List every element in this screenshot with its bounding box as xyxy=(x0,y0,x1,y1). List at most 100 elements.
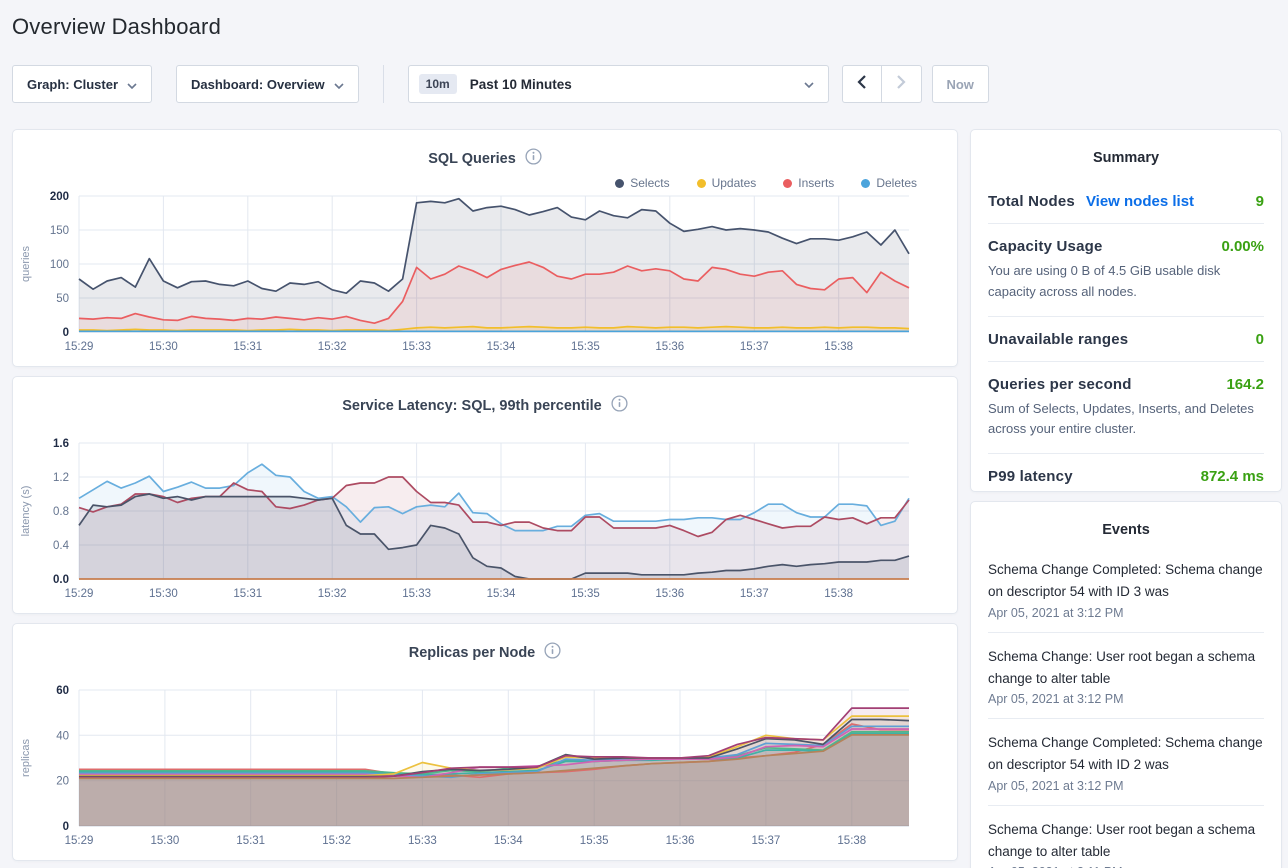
time-back-button[interactable] xyxy=(842,65,882,103)
svg-text:15:29: 15:29 xyxy=(65,588,94,600)
legend-dot-icon xyxy=(615,179,624,188)
time-nav-group xyxy=(842,65,922,103)
svg-text:15:31: 15:31 xyxy=(233,588,262,600)
svg-text:50: 50 xyxy=(56,293,69,305)
svg-text:15:34: 15:34 xyxy=(487,341,516,353)
event-timestamp: Apr 05, 2021 at 3:12 PM xyxy=(988,606,1264,620)
svg-text:15:35: 15:35 xyxy=(571,341,600,353)
replicas-per-node-chart-panel: Replicas per Node 020406015:2915:3015:31… xyxy=(12,623,958,861)
event-text: Schema Change Completed: Schema change o… xyxy=(988,559,1264,604)
summary-row: Queries per second164.2Sum of Selects, U… xyxy=(988,362,1264,455)
events-panel: Events Schema Change Completed: Schema c… xyxy=(970,501,1282,868)
legend-label: Deletes xyxy=(876,176,917,190)
time-range-picker[interactable]: 10m Past 10 Minutes xyxy=(408,65,829,103)
svg-text:15:35: 15:35 xyxy=(571,588,600,600)
svg-text:15:37: 15:37 xyxy=(740,588,769,600)
event-item: Schema Change Completed: Schema change o… xyxy=(988,719,1264,806)
summary-label: Queries per second xyxy=(988,376,1132,393)
graph-dropdown-label: Graph: Cluster xyxy=(27,77,118,92)
svg-text:20: 20 xyxy=(56,776,69,788)
svg-text:15:36: 15:36 xyxy=(655,588,684,600)
service-latency-chart-panel: Service Latency: SQL, 99th percentile 0.… xyxy=(12,376,958,614)
svg-text:15:31: 15:31 xyxy=(233,341,262,353)
legend-dot-icon xyxy=(697,179,706,188)
toolbar: Graph: Cluster Dashboard: Overview 10m P… xyxy=(12,65,1282,103)
info-icon[interactable] xyxy=(525,148,542,170)
svg-text:200: 200 xyxy=(50,191,69,203)
dashboard-dropdown[interactable]: Dashboard: Overview xyxy=(176,65,359,103)
event-text: Schema Change: User root began a schema … xyxy=(988,819,1264,864)
summary-label: Capacity Usage xyxy=(988,238,1103,255)
svg-text:15:36: 15:36 xyxy=(655,341,684,353)
time-range-badge: 10m xyxy=(419,74,457,94)
summary-rows: Total Nodes View nodes list 9 Capacity Usag… xyxy=(988,179,1264,498)
now-button[interactable]: Now xyxy=(932,65,989,103)
chevron-down-icon xyxy=(804,75,814,93)
svg-text:15:32: 15:32 xyxy=(318,341,347,353)
svg-text:0.0: 0.0 xyxy=(53,574,69,586)
svg-text:1.2: 1.2 xyxy=(53,472,69,484)
svg-text:15:33: 15:33 xyxy=(402,588,431,600)
event-text: Schema Change Completed: Schema change o… xyxy=(988,732,1264,777)
svg-text:15:32: 15:32 xyxy=(322,835,351,847)
summary-value: 872.4 ms xyxy=(1201,468,1264,485)
content: SQL Queries SelectsUpdatesInsertsDeletes… xyxy=(12,129,1282,868)
event-timestamp: Apr 05, 2021 at 3:12 PM xyxy=(988,692,1264,706)
legend-dot-icon xyxy=(783,179,792,188)
svg-text:15:32: 15:32 xyxy=(318,588,347,600)
svg-text:150: 150 xyxy=(50,225,69,237)
event-text: Schema Change: User root began a schema … xyxy=(988,646,1264,691)
info-icon[interactable] xyxy=(611,395,628,417)
chevron-down-icon xyxy=(127,77,137,92)
svg-text:15:33: 15:33 xyxy=(402,341,431,353)
svg-text:15:30: 15:30 xyxy=(149,341,178,353)
svg-text:15:29: 15:29 xyxy=(65,341,94,353)
svg-text:40: 40 xyxy=(56,730,69,742)
legend-label: Updates xyxy=(712,176,757,190)
legend-item-updates: Updates xyxy=(697,176,757,190)
events-list: Schema Change Completed: Schema change o… xyxy=(988,546,1264,868)
svg-text:15:34: 15:34 xyxy=(494,835,523,847)
svg-text:15:36: 15:36 xyxy=(666,835,695,847)
svg-text:0.4: 0.4 xyxy=(53,540,70,552)
event-item: Schema Change Completed: Schema change o… xyxy=(988,546,1264,633)
summary-panel: Summary Total Nodes View nodes list 9 Capac… xyxy=(970,129,1282,492)
time-forward-button[interactable] xyxy=(882,65,922,103)
legend-label: Inserts xyxy=(798,176,834,190)
summary-row: P99 latency872.4 ms xyxy=(988,454,1264,498)
info-icon[interactable] xyxy=(544,642,561,664)
summary-title: Summary xyxy=(988,130,1264,166)
chart-area[interactable]: 0 50 100 150 200 15:29 15:30 15:31 15:32 15:33 15:… xyxy=(13,190,957,360)
summary-value: 9 xyxy=(1256,193,1264,210)
summary-value: 0.00% xyxy=(1221,238,1264,255)
svg-text:15:29: 15:29 xyxy=(65,835,94,847)
graph-dropdown[interactable]: Graph: Cluster xyxy=(12,65,152,103)
svg-text:15:37: 15:37 xyxy=(752,835,781,847)
dashboard-dropdown-label: Dashboard: Overview xyxy=(191,77,325,92)
legend-item-deletes: Deletes xyxy=(861,176,917,190)
event-item: Schema Change: User root began a schema … xyxy=(988,806,1264,868)
view-nodes-link[interactable]: View nodes list xyxy=(1086,193,1194,210)
svg-text:0.8: 0.8 xyxy=(53,506,69,518)
sidebar-column: Summary Total Nodes View nodes list 9 Capac… xyxy=(970,129,1282,868)
svg-text:100: 100 xyxy=(50,259,69,271)
toolbar-divider xyxy=(383,65,384,103)
svg-text:0: 0 xyxy=(63,327,69,339)
svg-text:60: 60 xyxy=(56,685,69,697)
chevron-left-icon xyxy=(857,75,866,94)
svg-text:0: 0 xyxy=(63,821,69,833)
svg-text:15:38: 15:38 xyxy=(837,835,866,847)
summary-description: You are using 0 B of 4.5 GiB usable disk… xyxy=(988,261,1264,303)
chart-area[interactable]: 020406015:2915:3015:3115:3215:3315:3415:… xyxy=(13,684,957,854)
sql-queries-chart-panel: SQL Queries SelectsUpdatesInsertsDeletes… xyxy=(12,129,958,367)
events-title: Events xyxy=(988,502,1264,538)
svg-text:replicas: replicas xyxy=(20,739,32,777)
svg-text:15:33: 15:33 xyxy=(408,835,437,847)
summary-label: Total Nodes xyxy=(988,193,1075,210)
now-button-label: Now xyxy=(946,77,973,92)
svg-text:15:30: 15:30 xyxy=(151,835,180,847)
chart-area[interactable]: 0.00.40.81.21.615:2915:3015:3115:3215:33… xyxy=(13,437,957,607)
svg-text:queries: queries xyxy=(20,245,32,282)
svg-text:15:30: 15:30 xyxy=(149,588,178,600)
summary-row: Total Nodes View nodes list 9 xyxy=(988,179,1264,224)
